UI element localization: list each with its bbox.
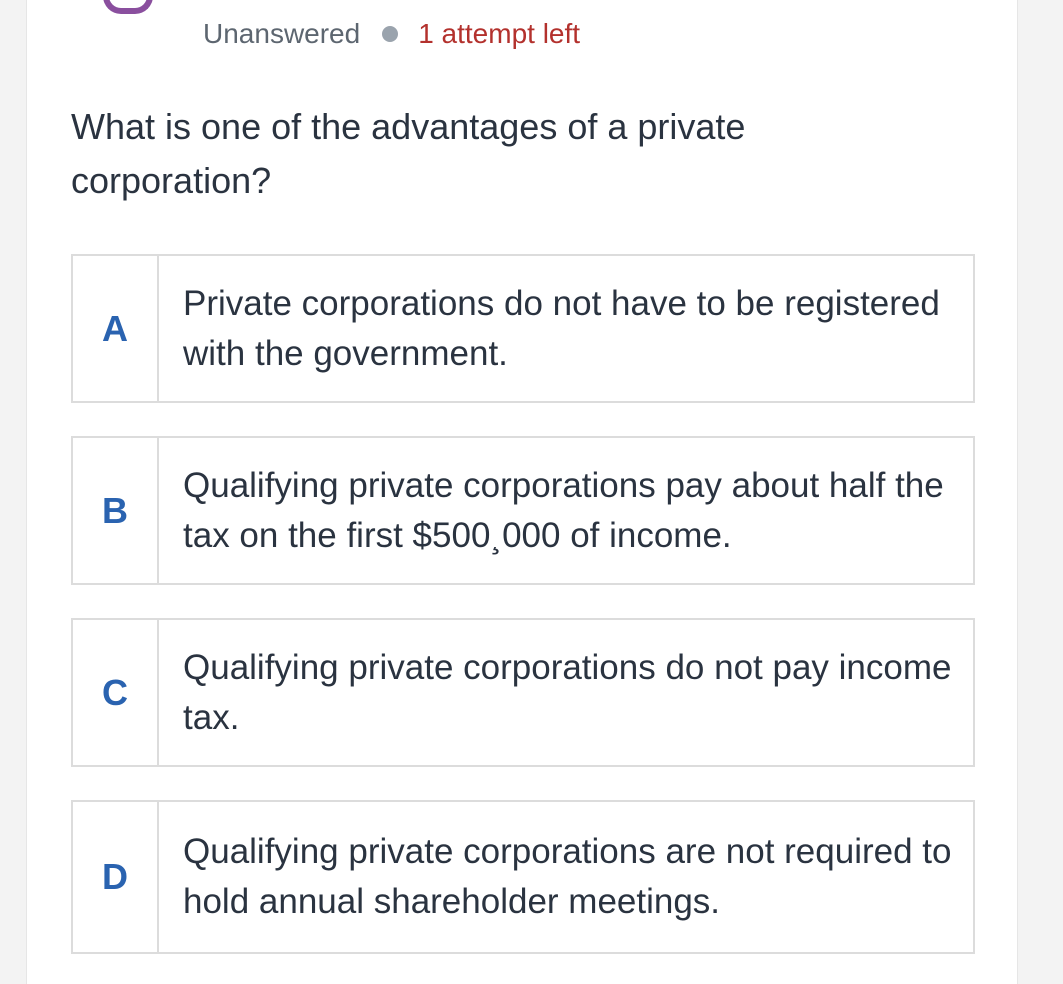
- option-letter: A: [73, 256, 159, 401]
- option-text: Qualifying private corporations pay abou…: [183, 465, 944, 555]
- question-text: What is one of the advantages of a priva…: [71, 106, 746, 201]
- option-text: Private corporations do not have to be r…: [183, 283, 940, 373]
- avatar-icon: [103, 0, 153, 14]
- answer-option-b[interactable]: B Qualifying private corporations pay ab…: [71, 436, 975, 585]
- status-row: Unanswered 1 attempt left: [203, 14, 580, 54]
- answer-status: Unanswered: [203, 18, 361, 49]
- status-dot-icon: [382, 26, 399, 42]
- option-letter: D: [73, 802, 159, 952]
- answer-option-d[interactable]: D Qualifying private corporations are no…: [71, 800, 975, 954]
- answer-option-c[interactable]: C Qualifying private corporations do not…: [71, 618, 975, 767]
- option-letter: B: [73, 438, 159, 583]
- attempts-remaining: 1 attempt left: [418, 18, 581, 49]
- option-letter: C: [73, 620, 159, 765]
- option-text: Qualifying private corporations do not p…: [183, 647, 952, 737]
- option-text: Qualifying private corporations are not …: [183, 832, 952, 921]
- answer-option-a[interactable]: A Private corporations do not have to be…: [71, 254, 975, 403]
